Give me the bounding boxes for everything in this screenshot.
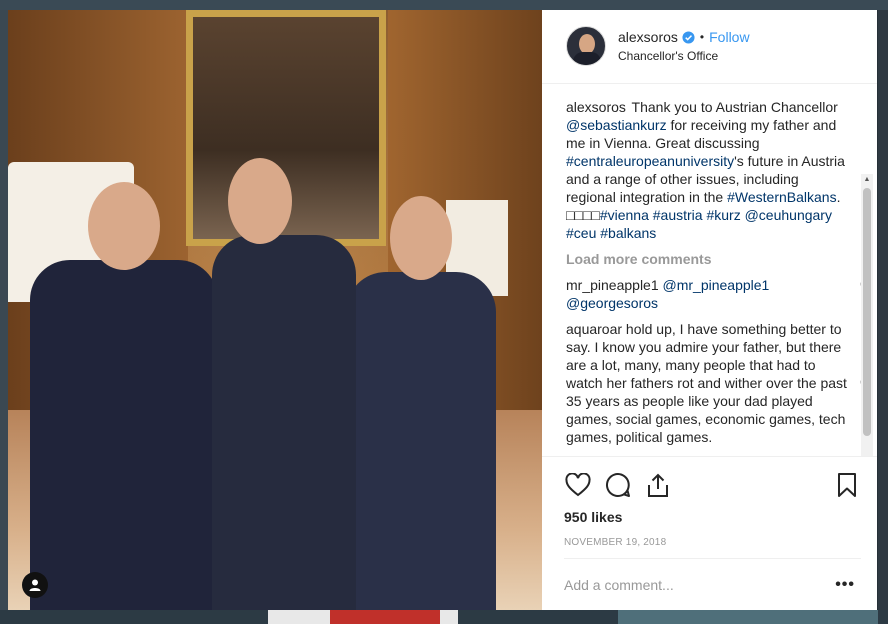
follow-button[interactable]: Follow [709, 29, 749, 45]
hashtag-or-mention-link[interactable]: #WesternBalkans [727, 189, 836, 205]
header-username[interactable]: alexsoros [618, 29, 678, 45]
tagged-users-button[interactable] [22, 572, 48, 598]
location-link[interactable]: Chancellor's Office [618, 49, 750, 63]
hashtag-or-mention-link[interactable]: @mr_pineapple1 [663, 277, 770, 293]
verified-badge-icon [682, 31, 695, 44]
post-side-panel: alexsoros • Follow Chancellor's Office a… [542, 10, 877, 610]
hashtag-or-mention-link[interactable]: @ceuhungary [745, 207, 832, 223]
photo-person-center [212, 235, 356, 610]
hashtag-or-mention-link[interactable]: #kurz [706, 207, 740, 223]
post-header: alexsoros • Follow Chancellor's Office [542, 10, 877, 84]
comments-list[interactable]: alexsoros Thank you to Austrian Chancell… [542, 84, 877, 457]
hashtag-or-mention-link[interactable]: @sebastiankurz [566, 117, 667, 133]
caption-username[interactable]: alexsoros [566, 99, 626, 115]
comment-item: mr_pineapple1 @mr_pineapple1 @georgesoro… [566, 276, 872, 312]
add-comment-input[interactable] [564, 576, 836, 593]
share-button[interactable] [644, 471, 672, 499]
hashtag-or-mention-link[interactable]: #centraleuropeanuniversity [566, 153, 734, 169]
load-more-comments-button[interactable]: Load more comments [566, 250, 857, 268]
comment-button[interactable] [604, 471, 632, 499]
post-photo[interactable] [8, 10, 542, 610]
background-feed-top [0, 0, 888, 10]
comment-item: aquaroar hold up, I have something bette… [566, 320, 872, 446]
hashtag-or-mention-link[interactable]: #ceu [566, 225, 596, 241]
likes-count[interactable]: 950 likes [564, 509, 861, 525]
avatar[interactable] [566, 26, 606, 67]
background-left-edge [0, 10, 8, 610]
more-options-button[interactable]: ••• [835, 576, 855, 594]
hashtag-or-mention-link[interactable]: #vienna [600, 207, 649, 223]
photo-head-right [390, 196, 452, 280]
comment-username[interactable]: aquaroar [566, 321, 622, 337]
hashtag-or-mention-link[interactable]: #austria [653, 207, 703, 223]
user-icon [29, 579, 41, 591]
post-modal: alexsoros • Follow Chancellor's Office a… [8, 10, 877, 610]
add-comment-bar: ••• [542, 559, 877, 610]
caption-text: Thank you to Austrian Chancellor @sebast… [566, 99, 845, 241]
share-icon [648, 473, 668, 498]
post-caption: alexsoros Thank you to Austrian Chancell… [566, 98, 848, 242]
scroll-up-arrow-icon[interactable]: ▲ [863, 176, 871, 184]
photo-head-center [228, 158, 292, 244]
comment-text: hold up, I have something better to say.… [566, 320, 847, 445]
comment-icon [606, 473, 630, 498]
heart-icon [565, 473, 591, 497]
separator-dot: • [699, 30, 705, 45]
bookmark-icon [838, 473, 856, 498]
post-date: NOVEMBER 19, 2018 [564, 537, 861, 560]
hashtag-or-mention-link[interactable]: #balkans [600, 225, 656, 241]
photo-person-left [30, 260, 218, 610]
comments-scrollbar[interactable]: ▲ ▼ [861, 173, 873, 457]
save-button[interactable] [833, 471, 861, 499]
background-tile [330, 610, 440, 624]
background-right-edge [878, 10, 888, 610]
scrollbar-thumb[interactable] [863, 187, 871, 436]
comment-thread: mr_pineapple1 @mr_pineapple1 @georgesoro… [566, 276, 872, 446]
hashtag-or-mention-link[interactable]: @georgesoros [566, 295, 658, 311]
background-tile [618, 610, 878, 624]
photo-person-right [346, 272, 496, 610]
action-bar: 950 likes NOVEMBER 19, 2018 [542, 456, 877, 560]
comment-username[interactable]: mr_pineapple1 [566, 277, 659, 293]
like-button[interactable] [564, 471, 592, 499]
comment-text: Thank you to Austrian Chancellor [627, 98, 838, 115]
photo-head-left [88, 182, 160, 270]
